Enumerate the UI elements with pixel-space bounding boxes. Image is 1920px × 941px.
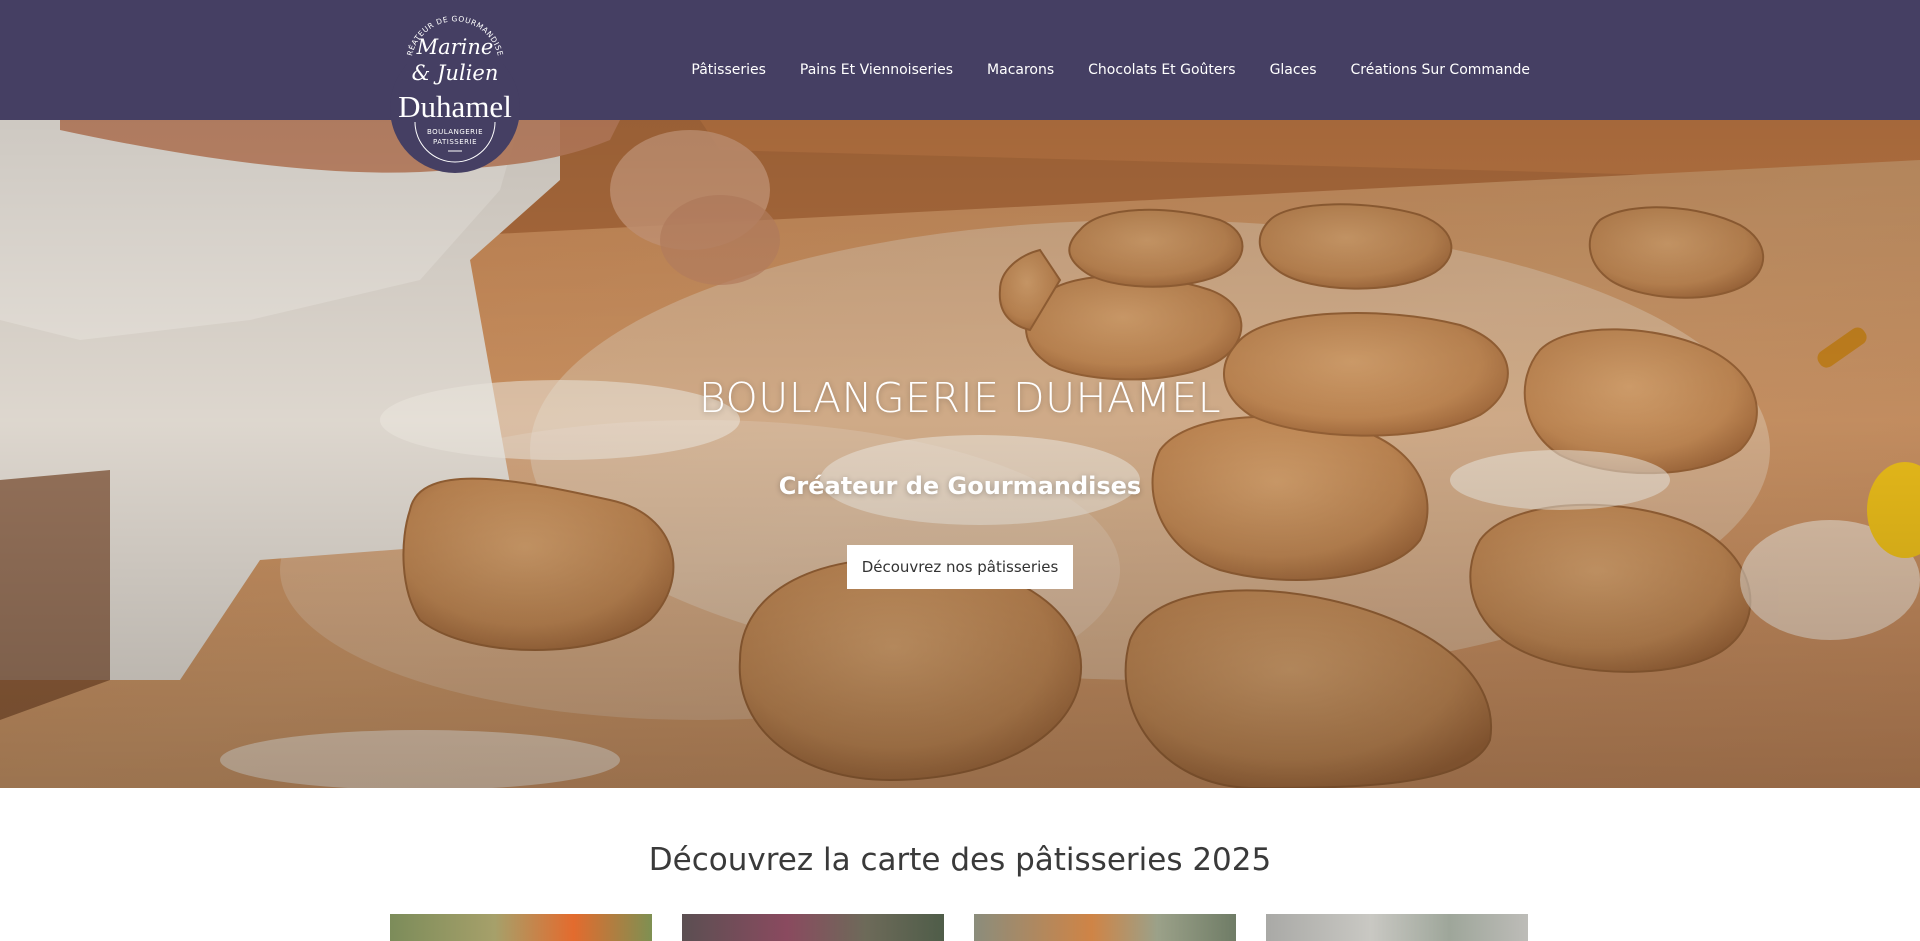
- nav-item-chocolats-gouters[interactable]: Chocolats Et Goûters: [1088, 62, 1235, 78]
- patisserie-card-image[interactable]: [390, 914, 652, 941]
- patisserie-card-image[interactable]: [974, 914, 1236, 941]
- hero-subtitle: Créateur de Gourmandises: [778, 472, 1142, 500]
- logo-badge: CRÉATEUR DE GOURMANDISES Marine & Julien…: [387, 0, 520, 173]
- logo-script-line1: Marine: [416, 35, 494, 59]
- nav-item-creations-commande[interactable]: Créations Sur Commande: [1350, 62, 1530, 78]
- section-title: Découvrez la carte des pâtisseries 2025: [648, 842, 1272, 878]
- logo-bottom-line1: BOULANGERIE: [427, 128, 483, 136]
- site-header: Pâtisseries Pains Et Viennoiseries Macar…: [0, 0, 1920, 120]
- patisserie-card-image[interactable]: [682, 914, 944, 941]
- nav-item-macarons[interactable]: Macarons: [987, 62, 1054, 78]
- hero-background-image: [0, 120, 1920, 788]
- hero-title: BOULANGERIE DUHAMEL: [698, 374, 1222, 422]
- nav-item-glaces[interactable]: Glaces: [1270, 62, 1317, 78]
- patisserie-card-image[interactable]: [1266, 914, 1528, 941]
- main-nav: Pâtisseries Pains Et Viennoiseries Macar…: [691, 62, 1530, 78]
- logo-bottom-line2: PATISSERIE: [433, 138, 477, 146]
- logo-script-line2: & Julien: [412, 61, 499, 85]
- patisserie-cards: [390, 914, 1530, 941]
- logo-name: Duhamel: [398, 89, 512, 124]
- site-logo[interactable]: CRÉATEUR DE GOURMANDISES Marine & Julien…: [387, 0, 520, 174]
- nav-item-pains-viennoiseries[interactable]: Pains Et Viennoiseries: [800, 62, 953, 78]
- nav-item-patisseries[interactable]: Pâtisseries: [691, 62, 766, 78]
- discover-patisseries-button[interactable]: Découvrez nos pâtisseries: [847, 545, 1073, 589]
- hero-banner: BOULANGERIE DUHAMEL Créateur de Gourmand…: [0, 120, 1920, 788]
